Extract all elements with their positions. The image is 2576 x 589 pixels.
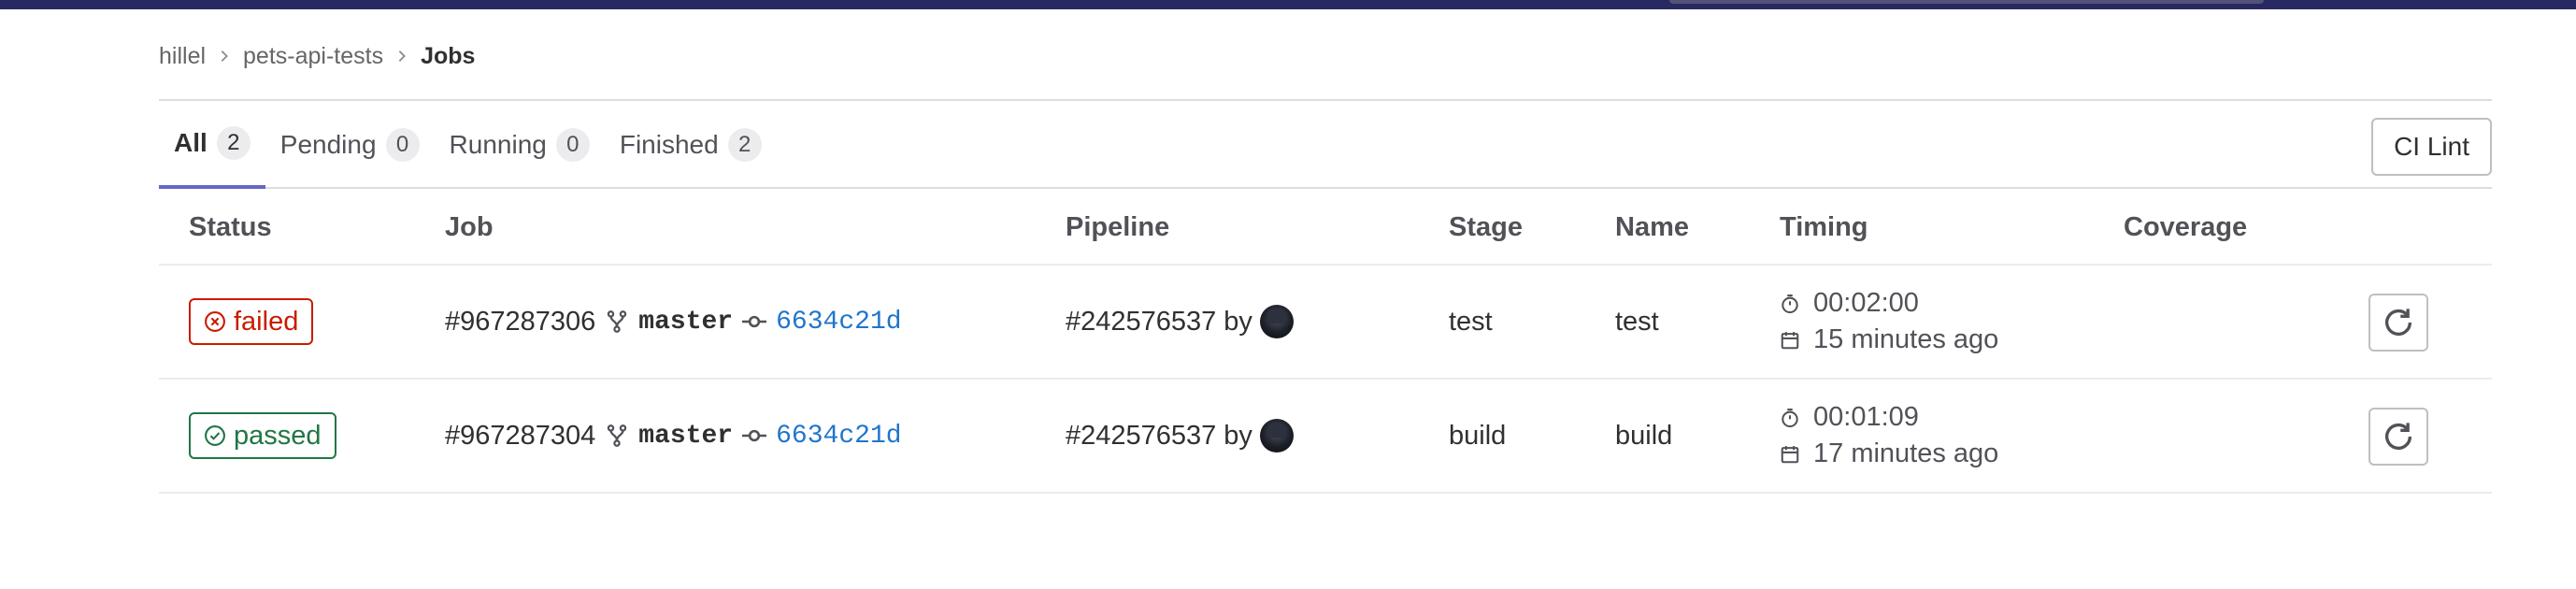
tab-label: Running <box>449 130 547 159</box>
stage-cell: build <box>1449 420 1507 451</box>
duration: 00:01:09 <box>1780 402 1919 433</box>
branch-ref-link[interactable]: master <box>638 308 733 337</box>
retry-icon <box>2384 309 2412 337</box>
timer-icon <box>1782 294 1798 313</box>
tab-label: Pending <box>279 130 377 159</box>
retry-button[interactable] <box>2368 408 2428 466</box>
duration: 00:02:00 <box>1780 288 1919 319</box>
pipeline-by-label: by <box>1224 306 1252 337</box>
tab-all[interactable]: All 2 <box>159 101 265 189</box>
duration-value: 00:02:00 <box>1813 288 1919 318</box>
retry-icon <box>2384 423 2412 451</box>
commit-sha-link[interactable]: 6634c21d <box>776 308 901 337</box>
column-header-status: Status <box>189 211 272 242</box>
column-header-coverage: Coverage <box>2124 211 2248 242</box>
breadcrumb-item-project[interactable]: pets-api-tests <box>243 43 383 70</box>
branch-ref-link[interactable]: master <box>638 422 733 451</box>
tab-label: Finished <box>619 130 719 159</box>
finished-time: 17 minutes ago <box>1780 438 1998 469</box>
retry-button[interactable] <box>2368 294 2428 352</box>
timing-cell: 00:01:09 17 minutes ago <box>1780 380 1998 492</box>
tab-pending[interactable]: Pending 0 <box>265 101 435 189</box>
tab-running[interactable]: Running 0 <box>435 101 605 189</box>
search-bar-edge[interactable] <box>1669 0 2264 4</box>
calendar-icon <box>1781 331 1799 349</box>
user-avatar[interactable] <box>1259 305 1294 338</box>
breadcrumb-item-group[interactable]: hillel <box>159 43 206 70</box>
job-id-link[interactable]: #967287304 <box>445 421 595 452</box>
tab-count-badge: 2 <box>216 126 250 160</box>
pipeline-id-link[interactable]: #242576537 <box>1066 421 1216 452</box>
status-failed-icon <box>205 311 225 332</box>
chevron-right-icon <box>383 50 421 63</box>
finished-time: 15 minutes ago <box>1780 324 1998 355</box>
tab-label: All <box>174 128 208 157</box>
status-cell: passed <box>189 380 336 492</box>
branch-icon <box>605 424 629 448</box>
finished-value: 17 minutes ago <box>1813 438 1999 468</box>
commit-icon <box>742 309 767 334</box>
column-header-job: Job <box>445 211 494 242</box>
status-cell: failed <box>189 266 314 378</box>
top-navbar <box>0 0 2576 9</box>
commit-sha-link[interactable]: 6634c21d <box>776 422 901 451</box>
jobs-tabs: All 2 Pending 0 Running 0 Finished 2 <box>159 101 2492 189</box>
stage-cell: test <box>1449 306 1493 337</box>
name-cell: test <box>1615 306 1659 337</box>
status-badge[interactable]: failed <box>189 298 314 345</box>
column-header-name: Name <box>1615 211 1689 242</box>
table-row: failed #967287306 master 6634c21d #24257… <box>159 266 2492 380</box>
jobs-tabs-bar: All 2 Pending 0 Running 0 Finished 2 CI … <box>159 99 2492 189</box>
commit-icon <box>742 424 767 448</box>
finished-value: 15 minutes ago <box>1813 324 1999 354</box>
pipeline-cell: #242576537 by <box>1066 380 1294 492</box>
column-header-stage: Stage <box>1449 211 1523 242</box>
pipeline-cell: #242576537 by <box>1066 266 1294 378</box>
job-cell: #967287306 master 6634c21d <box>445 266 902 378</box>
status-badge[interactable]: passed <box>189 412 336 459</box>
table-header: Status Job Pipeline Stage Name Timing Co… <box>159 189 2492 266</box>
status-success-icon <box>205 425 225 446</box>
tab-count-badge: 0 <box>555 128 590 162</box>
pipeline-id-link[interactable]: #242576537 <box>1066 307 1216 338</box>
column-header-timing: Timing <box>1780 211 1868 242</box>
job-id-link[interactable]: #967287306 <box>445 307 595 338</box>
breadcrumb: hillel pets-api-tests Jobs <box>159 41 475 71</box>
tab-count-badge: 0 <box>385 128 420 162</box>
status-label: failed <box>234 306 299 337</box>
pipeline-by-label: by <box>1224 420 1252 451</box>
status-label: passed <box>234 420 322 451</box>
tab-count-badge: 2 <box>727 128 762 162</box>
chevron-right-icon <box>206 50 243 63</box>
timer-icon <box>1782 408 1798 427</box>
timing-cell: 00:02:00 15 minutes ago <box>1780 266 1998 378</box>
job-cell: #967287304 master 6634c21d <box>445 380 902 492</box>
user-avatar[interactable] <box>1259 419 1294 453</box>
tab-finished[interactable]: Finished 2 <box>605 101 777 189</box>
jobs-table: Status Job Pipeline Stage Name Timing Co… <box>159 189 2492 494</box>
column-header-pipeline: Pipeline <box>1066 211 1170 242</box>
breadcrumb-item-jobs[interactable]: Jobs <box>421 43 475 70</box>
ci-lint-button[interactable]: CI Lint <box>2371 118 2492 176</box>
duration-value: 00:01:09 <box>1813 402 1919 432</box>
calendar-icon <box>1781 445 1799 463</box>
name-cell: build <box>1615 420 1673 451</box>
table-row: passed #967287304 master 6634c21d #24257… <box>159 380 2492 494</box>
branch-icon <box>605 309 629 334</box>
